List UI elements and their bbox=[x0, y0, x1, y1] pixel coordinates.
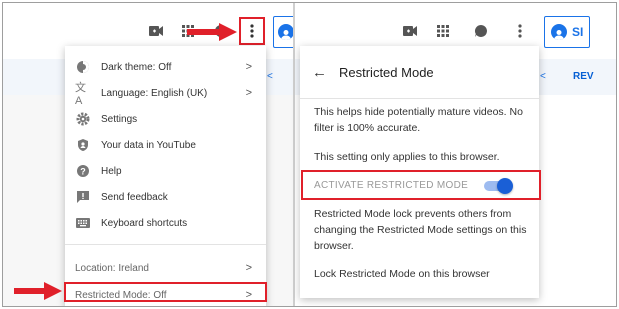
menu-item-label: Settings bbox=[101, 113, 138, 125]
menu-item-help[interactable]: ? Help bbox=[65, 158, 266, 184]
more-vert-icon[interactable] bbox=[515, 21, 525, 41]
keyboard-icon bbox=[75, 215, 91, 231]
pointer-arrow-top bbox=[187, 23, 237, 41]
apps-grid-icon[interactable] bbox=[435, 23, 451, 39]
screenshot-divider bbox=[293, 3, 295, 306]
panel-title: Restricted Mode bbox=[339, 64, 434, 80]
lock-description: Restricted Mode lock prevents others fro… bbox=[314, 208, 527, 252]
menu-item-label: Your data in YouTube bbox=[101, 139, 196, 151]
back-arrow-icon[interactable]: ← bbox=[312, 64, 327, 81]
help-icon: ? bbox=[75, 163, 91, 179]
tab-scroll-chevron-right[interactable]: < bbox=[540, 71, 546, 82]
menu-item-label: Language: English (UK) bbox=[101, 87, 208, 99]
menu-item-label: Help bbox=[101, 165, 122, 177]
more-button-highlight bbox=[239, 17, 265, 45]
menu-item-label: Keyboard shortcuts bbox=[101, 217, 188, 229]
menu-item-send-feedback[interactable]: Send feedback bbox=[65, 184, 266, 210]
menu-item-your-data[interactable]: Your data in YouTube bbox=[65, 132, 266, 158]
lock-restricted-mode-link[interactable]: Lock Restricted Mode on this browser bbox=[314, 266, 529, 282]
restricted-mode-highlight bbox=[64, 282, 267, 302]
shield-person-icon bbox=[75, 137, 91, 153]
menu-item-dark-theme[interactable]: Dark theme: Off > bbox=[65, 54, 266, 80]
toggle-highlight bbox=[301, 170, 541, 200]
settings-dropdown-menu: Dark theme: Off > 文A Language: English (… bbox=[65, 46, 266, 306]
restricted-mode-description: This helps hide potentially mature video… bbox=[314, 106, 523, 134]
video-camera-icon[interactable] bbox=[401, 23, 419, 39]
feedback-icon bbox=[75, 189, 91, 205]
menu-item-settings[interactable]: Settings bbox=[65, 106, 266, 132]
translate-icon: 文A bbox=[75, 82, 86, 107]
menu-item-label: Location: Ireland bbox=[75, 262, 149, 274]
panel-header: ← Restricted Mode bbox=[300, 46, 539, 99]
pointer-arrow-bottom bbox=[14, 282, 62, 300]
menu-item-label: Dark theme: Off bbox=[101, 61, 172, 73]
moon-icon bbox=[75, 59, 91, 75]
menu-divider bbox=[65, 244, 266, 245]
chevron-right-icon: > bbox=[245, 61, 252, 73]
video-camera-icon[interactable] bbox=[147, 23, 165, 39]
screenshot-frame: SI < < REV Dark theme: Off > 文A Language… bbox=[2, 2, 617, 307]
menu-item-keyboard-shortcuts[interactable]: Keyboard shortcuts bbox=[65, 210, 266, 236]
tab-label-partial[interactable]: REV bbox=[573, 71, 594, 82]
gear-icon bbox=[75, 111, 91, 127]
account-icon bbox=[278, 24, 294, 40]
messages-icon[interactable] bbox=[473, 23, 489, 39]
tab-scroll-chevron-left[interactable]: < bbox=[267, 71, 273, 82]
chevron-right-icon: > bbox=[245, 262, 252, 274]
chevron-right-icon: > bbox=[245, 87, 252, 99]
menu-item-language[interactable]: 文A Language: English (UK) > bbox=[65, 80, 266, 107]
account-icon bbox=[551, 24, 567, 40]
browser-only-note: This setting only applies to this browse… bbox=[314, 151, 500, 163]
svg-text:?: ? bbox=[80, 167, 86, 177]
signin-label: SI bbox=[572, 25, 584, 39]
signin-button[interactable]: SI bbox=[544, 16, 591, 48]
menu-item-location[interactable]: Location: Ireland > bbox=[65, 255, 266, 281]
menu-item-label: Send feedback bbox=[101, 191, 168, 203]
